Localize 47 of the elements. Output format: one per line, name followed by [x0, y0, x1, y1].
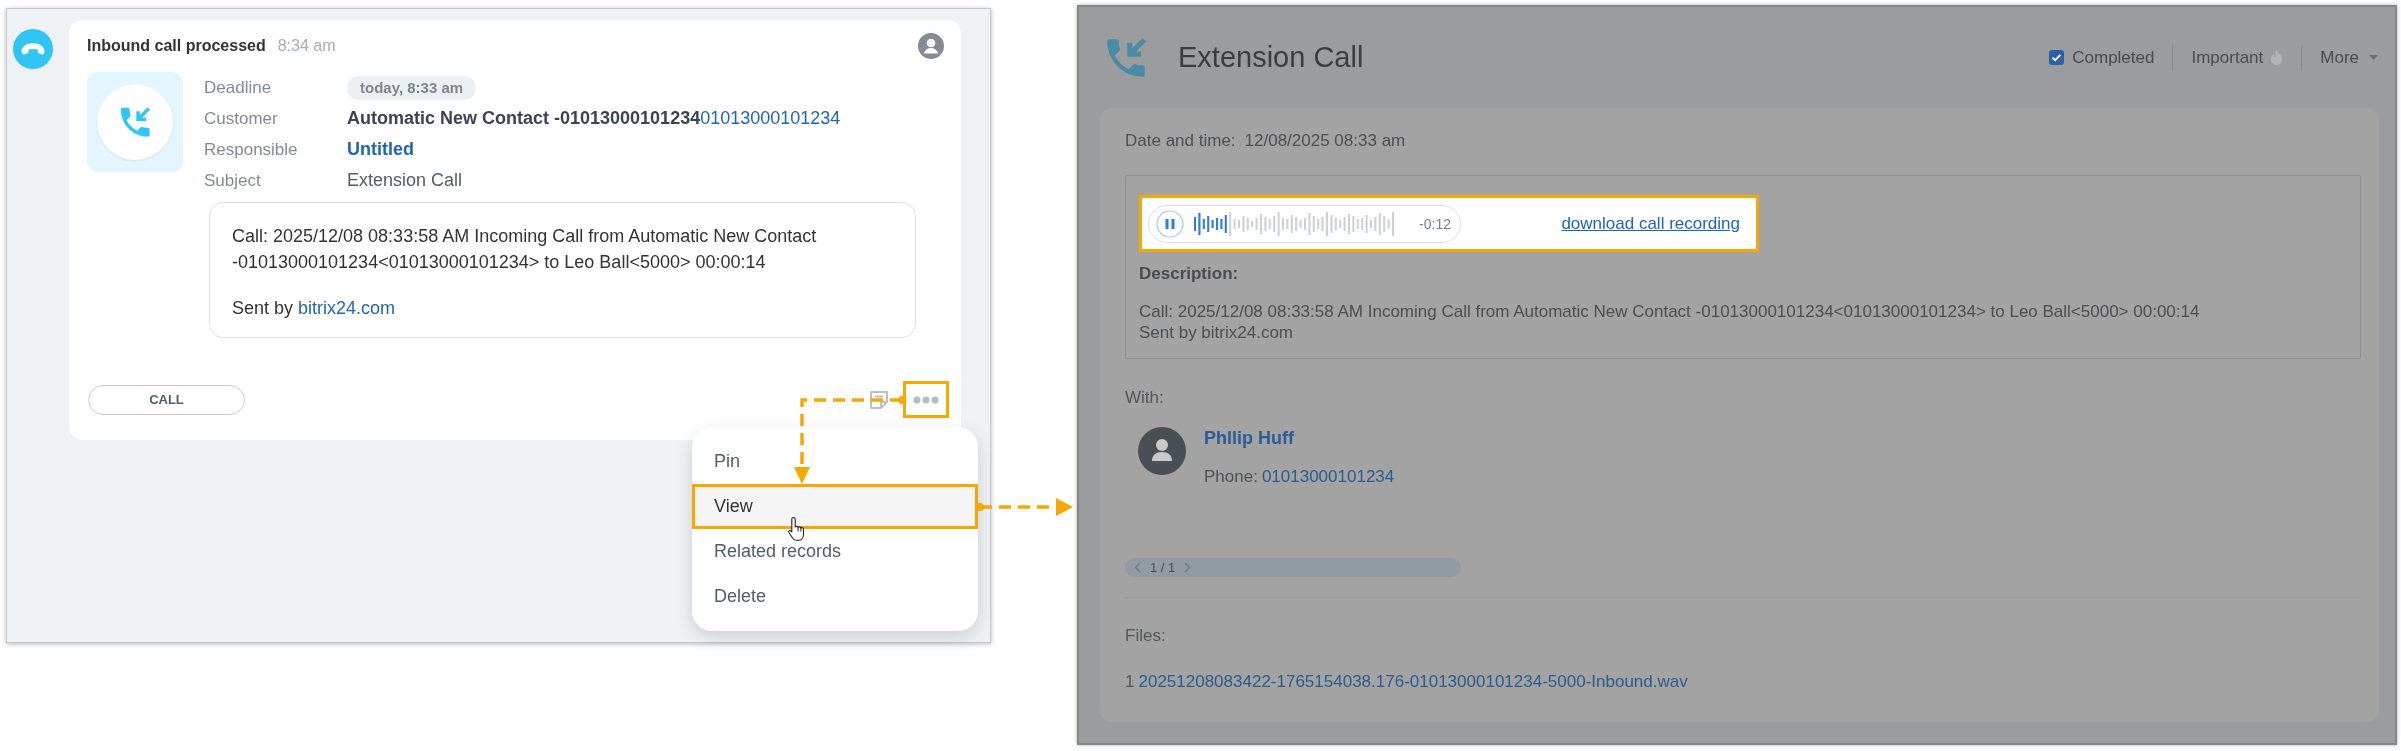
completed-label[interactable]: Completed [2072, 47, 2155, 68]
flame-icon [2270, 49, 2284, 66]
important-button[interactable]: Important [2191, 47, 2284, 68]
more-button[interactable]: More [2320, 47, 2378, 68]
field-label: Responsible [204, 139, 299, 160]
pointer-cursor-icon [787, 516, 807, 542]
pause-icon[interactable] [1156, 209, 1184, 238]
time-remaining: -0:12 [1419, 215, 1451, 232]
pager-text: 1 / 1 [1150, 560, 1176, 575]
menu-item[interactable]: Pin [692, 439, 978, 484]
menu-item[interactable]: Related records [692, 529, 978, 574]
user-link[interactable]: Untitled [347, 139, 414, 159]
file-index: 1 [1125, 672, 1135, 691]
completed-checkbox[interactable] [2049, 50, 2065, 65]
comment-text: Call: 2025/12/08 08:33:58 AM Incoming Call from Automatic New Contact -01013000101234<01013000101234> to Leo Ball<5000> 00:00:14 [232, 225, 818, 274]
field-label: Subject [204, 170, 262, 191]
field-label: Customer [204, 108, 279, 129]
avatar-icon [1138, 427, 1186, 475]
contact-name: Automatic New Contact -01013000101234 [347, 108, 701, 128]
activity-time: 8:34 am [277, 37, 336, 55]
description-text: Sent by bitrix24.com [1139, 322, 1294, 343]
field-value: Extension Call [347, 170, 463, 190]
activity-title: Inbound call processed [87, 37, 266, 55]
date-badge: today, 8:33 am [347, 75, 477, 100]
website-link[interactable]: bitrix24.com [298, 298, 396, 318]
more-icon[interactable] [913, 395, 939, 404]
phone-label: Phone: [1204, 467, 1258, 486]
phone-link[interactable]: 01013000101234 [700, 108, 841, 128]
with-label: With: [1125, 387, 1165, 409]
date-label: Date and time: [1125, 131, 1236, 150]
phone-icon [13, 29, 53, 69]
description-label: Description: [1139, 264, 1240, 284]
download-link[interactable]: download call recording [1561, 213, 1740, 234]
note-icon[interactable] [868, 388, 890, 411]
caret-icon [2369, 55, 2378, 60]
menu-item[interactable]: Delete [692, 574, 978, 619]
files-label: Files: [1125, 625, 1167, 647]
incoming-call-icon [87, 72, 183, 172]
call-button[interactable]: CALL [88, 384, 245, 415]
waveform-track[interactable] [1193, 209, 1397, 238]
sent-by-text: Sent by bitrix24.com [232, 297, 397, 320]
user-icon[interactable] [918, 33, 944, 59]
menu-item[interactable]: View [692, 484, 978, 529]
window-title: Extension Call [1178, 41, 1364, 74]
description-text: Call: 2025/12/08 08:33:58 AM Incoming Call from Automatic New Contact -01013000101234<01013000101234> to Leo Ball<5000> 00:00:14 [1139, 301, 2201, 322]
field-label: Deadline [204, 77, 273, 98]
date-value: 12/08/2025 08:33 am [1244, 131, 1406, 150]
